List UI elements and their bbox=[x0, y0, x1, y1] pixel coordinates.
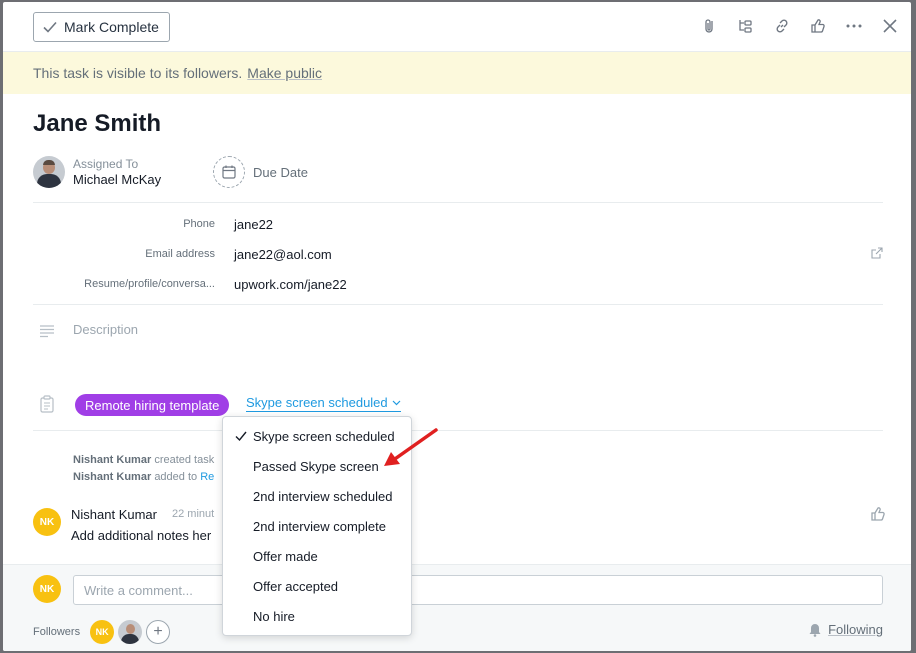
description-field[interactable]: Description bbox=[73, 322, 138, 337]
template-tag[interactable]: Remote hiring template bbox=[75, 394, 230, 416]
external-link-icon[interactable] bbox=[871, 247, 883, 259]
comment-author[interactable]: Nishant Kumar bbox=[71, 507, 157, 522]
assignee-name: Michael McKay bbox=[73, 172, 162, 187]
followers-label: Followers bbox=[33, 626, 81, 638]
dropdown-option[interactable]: Offer accepted bbox=[223, 571, 411, 601]
like-icon[interactable] bbox=[869, 505, 887, 523]
comment-body: Add additional notes her bbox=[71, 528, 212, 543]
field-row-email[interactable]: Email address jane22@aol.com bbox=[33, 239, 883, 269]
field-row-phone[interactable]: Phone jane22 bbox=[33, 209, 883, 239]
activity-item: Nishant Kumar added to Re go bbox=[73, 471, 412, 483]
field-label: Phone bbox=[183, 218, 215, 230]
task-toolbar: Mark Complete bbox=[3, 2, 911, 52]
comment-input[interactable]: Write a comment... bbox=[73, 575, 883, 605]
comment-time: 22 minut bbox=[172, 508, 215, 520]
more-icon[interactable] bbox=[843, 15, 865, 37]
task-details-pane: Mark Complete This task is visible to it… bbox=[3, 2, 911, 651]
like-icon[interactable] bbox=[807, 15, 829, 37]
task-title[interactable]: Jane Smith bbox=[33, 110, 161, 138]
dropdown-option[interactable]: 2nd interview complete bbox=[223, 511, 411, 541]
field-label: Resume/profile/conversa... bbox=[84, 278, 215, 290]
following-label: Following bbox=[828, 622, 883, 637]
close-icon[interactable] bbox=[879, 15, 901, 37]
divider bbox=[33, 430, 883, 431]
mark-complete-button[interactable]: Mark Complete bbox=[33, 12, 170, 42]
mark-complete-label: Mark Complete bbox=[64, 19, 159, 35]
chevron-down-icon bbox=[392, 400, 401, 406]
subtask-icon[interactable] bbox=[735, 15, 757, 37]
paperclip-icon[interactable] bbox=[699, 15, 721, 37]
visibility-notice: This task is visible to its followers. M… bbox=[3, 52, 911, 94]
link-icon[interactable] bbox=[771, 15, 793, 37]
description-icon bbox=[40, 325, 54, 338]
check-icon bbox=[235, 431, 247, 442]
assigned-to-label: Assigned To bbox=[73, 157, 139, 171]
field-row-resume[interactable]: Resume/profile/conversa... upwork.com/ja… bbox=[33, 269, 883, 299]
activity-author[interactable]: Nishant Kumar bbox=[73, 471, 151, 483]
follower-avatar[interactable] bbox=[118, 620, 143, 644]
due-date-field[interactable]: Due Date bbox=[213, 156, 308, 188]
dropdown-option[interactable]: No hire bbox=[223, 601, 411, 631]
field-value[interactable]: upwork.com/jane22 bbox=[234, 277, 347, 292]
toolbar-actions bbox=[699, 15, 901, 37]
dropdown-option[interactable]: Offer made bbox=[223, 541, 411, 571]
calendar-icon bbox=[213, 156, 245, 188]
add-follower-button[interactable]: + bbox=[146, 620, 171, 644]
avatar bbox=[33, 156, 65, 188]
annotation-arrow bbox=[384, 428, 438, 466]
activity-item: Nishant Kumar created task bbox=[73, 454, 215, 466]
bell-icon bbox=[809, 623, 821, 637]
visibility-text: This task is visible to its followers. bbox=[33, 65, 243, 81]
follower-avatar[interactable]: NK bbox=[90, 620, 115, 644]
avatar: NK bbox=[33, 575, 61, 603]
field-value[interactable]: jane22@aol.com bbox=[234, 247, 332, 262]
divider bbox=[33, 304, 883, 305]
field-value[interactable]: jane22 bbox=[234, 217, 273, 232]
stage-dropdown-trigger[interactable]: Skype screen scheduled bbox=[246, 395, 401, 412]
assignee-field[interactable]: Assigned To Michael McKay bbox=[33, 156, 161, 188]
project-link[interactable]: Re bbox=[200, 471, 214, 483]
avatar: NK bbox=[33, 508, 61, 536]
following-toggle[interactable]: Following bbox=[808, 622, 883, 637]
stage-label: Skype screen scheduled bbox=[246, 395, 388, 410]
make-public-link[interactable]: Make public bbox=[247, 65, 322, 81]
followers-row: Followers NK + bbox=[33, 620, 883, 644]
activity-author[interactable]: Nishant Kumar bbox=[73, 454, 151, 466]
field-label: Email address bbox=[145, 248, 215, 260]
due-date-label: Due Date bbox=[253, 164, 308, 180]
dropdown-option[interactable]: 2nd interview scheduled bbox=[223, 481, 411, 511]
divider bbox=[33, 202, 883, 203]
check-icon bbox=[43, 21, 57, 33]
clipboard-icon bbox=[40, 395, 54, 413]
